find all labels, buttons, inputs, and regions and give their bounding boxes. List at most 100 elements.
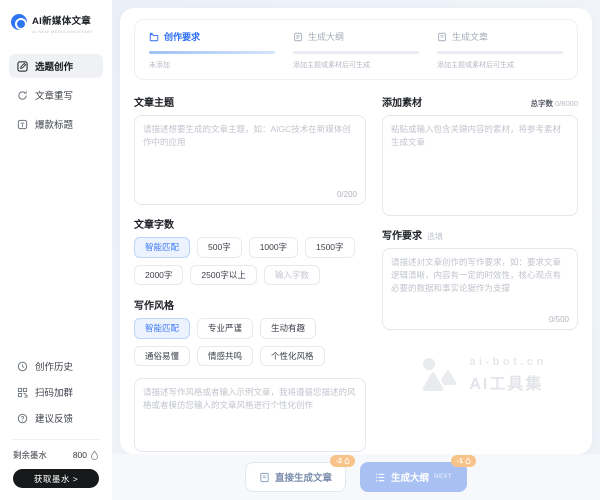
ai-bot-logo-icon: [413, 356, 459, 394]
word-count-chip-2000[interactable]: 2000字: [134, 265, 183, 286]
remaining-ink-row: 剩余墨水 800: [9, 449, 103, 461]
ink-drop-icon: [465, 457, 471, 465]
sidebar-item-topic-creation[interactable]: 选题创作: [9, 54, 103, 78]
material-section-label: 添加素材: [382, 94, 422, 109]
doc-icon: [259, 472, 270, 483]
requirements-section-label: 写作要求: [382, 227, 422, 242]
sidebar-menu: 选题创作 文章重写 爆款标题: [9, 54, 103, 136]
sidebar-bottom: 创作历史 扫码加群 建议反馈 剩余墨水 800 获取墨水 >: [9, 353, 103, 488]
list-icon: [375, 472, 386, 483]
generate-article-label: 直接生成文章: [275, 470, 332, 484]
app-logo: AI新媒体文章 AI NEW MEDIA ASSISTANT: [9, 13, 103, 34]
style-chip-plain[interactable]: 通俗易懂: [134, 346, 190, 367]
style-chip-emotional[interactable]: 情感共鸣: [197, 346, 253, 367]
step-tabs: 创作要求 未添加 生成大纲 添加主题或素材后可生成: [134, 19, 578, 80]
sidebar-item-label: 爆款标题: [35, 117, 73, 131]
requirements-input-box: 0/500: [382, 248, 578, 330]
generate-outline-label: 生成大纲: [391, 470, 429, 484]
style-chip-personalized[interactable]: 个性化风格: [260, 346, 325, 367]
word-count-chip-1500[interactable]: 1500字: [305, 237, 354, 258]
title-tag-icon: [17, 119, 28, 130]
tab-label: 生成大纲: [308, 30, 344, 43]
outline-doc-icon: [293, 32, 303, 42]
word-count-chip-smart[interactable]: 智能匹配: [134, 237, 190, 258]
next-tag: NEXT: [434, 474, 452, 480]
tab-label: 生成文章: [452, 30, 488, 43]
step-status: 未添加: [149, 60, 275, 70]
style-chip-vivid[interactable]: 生动有趣: [260, 318, 316, 339]
topic-input[interactable]: [143, 123, 357, 188]
generate-outline-cost-badge: -1: [451, 455, 476, 467]
watermark: ai-bot.cn AI工具集: [382, 356, 578, 394]
word-count-options: 智能匹配 500字 1000字 1500字 2000字 2500字以上 输入字数: [134, 237, 366, 285]
rewrite-icon: [17, 90, 28, 101]
tab-generate-article[interactable]: 生成文章 添加主题或素材后可生成: [437, 30, 563, 70]
qr-code-icon: [17, 387, 28, 398]
requirements-optional-tag: 选填: [427, 231, 443, 242]
sidebar-item-history[interactable]: 创作历史: [9, 353, 103, 379]
style-chip-professional[interactable]: 专业严谨: [197, 318, 253, 339]
creation-card: 创作要求 未添加 生成大纲 添加主题或素材后可生成: [120, 8, 592, 454]
question-circle-icon: [17, 413, 28, 424]
style-chip-smart[interactable]: 智能匹配: [134, 318, 190, 339]
requirements-input[interactable]: [391, 256, 569, 313]
article-doc-icon: [437, 32, 447, 42]
style-section-label: 写作风格: [134, 297, 174, 312]
step-progress: [149, 51, 275, 54]
sidebar-divider: [11, 439, 101, 440]
app-title: AI新媒体文章: [32, 13, 94, 27]
clock-icon: [17, 361, 28, 372]
style-description-box: [134, 378, 366, 452]
generate-article-button[interactable]: 直接生成文章 -2: [245, 462, 346, 492]
step-progress: [437, 51, 563, 54]
word-count-chip-500[interactable]: 500字: [197, 237, 242, 258]
remaining-ink-value: 800: [73, 450, 87, 460]
generate-article-cost-badge: -2: [330, 455, 355, 467]
creation-form: 文章主题 0/200 文章字数 智能匹配 500字 1000字 1500字 20…: [134, 92, 578, 454]
sidebar-item-article-rewrite[interactable]: 文章重写: [9, 83, 103, 107]
word-count-chip-1000[interactable]: 1000字: [249, 237, 298, 258]
watermark-name: AI工具集: [469, 370, 546, 394]
material-input-box: [382, 115, 578, 216]
topic-input-box: 0/200: [134, 115, 366, 205]
step-status: 添加主题或素材后可生成: [293, 60, 419, 70]
tab-generate-outline[interactable]: 生成大纲 添加主题或素材后可生成: [293, 30, 419, 70]
word-count-section-label: 文章字数: [134, 216, 174, 231]
ink-drop-icon: [344, 457, 350, 465]
topic-counter: 0/200: [337, 190, 357, 199]
cost-value: -2: [336, 458, 342, 465]
sidebar-item-label: 选题创作: [35, 59, 73, 73]
step-status: 添加主题或素材后可生成: [437, 60, 563, 70]
sidebar-item-feedback[interactable]: 建议反馈: [9, 405, 103, 431]
sidebar-item-label: 创作历史: [35, 359, 73, 373]
requirements-counter: 0/500: [549, 315, 569, 324]
material-input[interactable]: [391, 123, 569, 199]
word-count-chip-2500plus[interactable]: 2500字以上: [190, 265, 256, 286]
word-count-chip-custom-input[interactable]: 输入字数: [264, 265, 320, 286]
style-description-input[interactable]: [143, 386, 357, 444]
folder-doc-icon: [149, 32, 159, 42]
remaining-ink-label: 剩余墨水: [13, 449, 47, 461]
material-counter-label: 总字数: [531, 99, 554, 108]
tab-creation-requirements[interactable]: 创作要求 未添加: [149, 30, 275, 70]
ring-logo-icon: [11, 14, 27, 30]
step-progress: [293, 51, 419, 54]
ink-drop-icon: [90, 450, 99, 461]
sidebar-item-hot-title[interactable]: 爆款标题: [9, 112, 103, 136]
pencil-square-icon: [17, 61, 28, 72]
watermark-url: ai-bot.cn: [469, 356, 546, 368]
material-counter-value: 0/8000: [555, 99, 578, 108]
generate-outline-button[interactable]: 生成大纲 NEXT -1: [360, 462, 467, 492]
cost-value: -1: [457, 458, 463, 465]
main-area: 创作要求 未添加 生成大纲 添加主题或素材后可生成: [112, 0, 600, 500]
sidebar-item-label: 文章重写: [35, 88, 73, 102]
sidebar: AI新媒体文章 AI NEW MEDIA ASSISTANT 选题创作 文章重写…: [0, 0, 112, 500]
sidebar-item-label: 扫码加群: [35, 385, 73, 399]
sidebar-item-scan-group[interactable]: 扫码加群: [9, 379, 103, 405]
tab-label: 创作要求: [164, 30, 200, 43]
get-ink-button[interactable]: 获取墨水 >: [13, 469, 99, 488]
app-subtitle: AI NEW MEDIA ASSISTANT: [32, 29, 94, 34]
topic-section-label: 文章主题: [134, 94, 174, 109]
footer-action-bar: 直接生成文章 -2 生成大纲 NEXT -1: [112, 454, 600, 500]
sidebar-item-label: 建议反馈: [35, 411, 73, 425]
